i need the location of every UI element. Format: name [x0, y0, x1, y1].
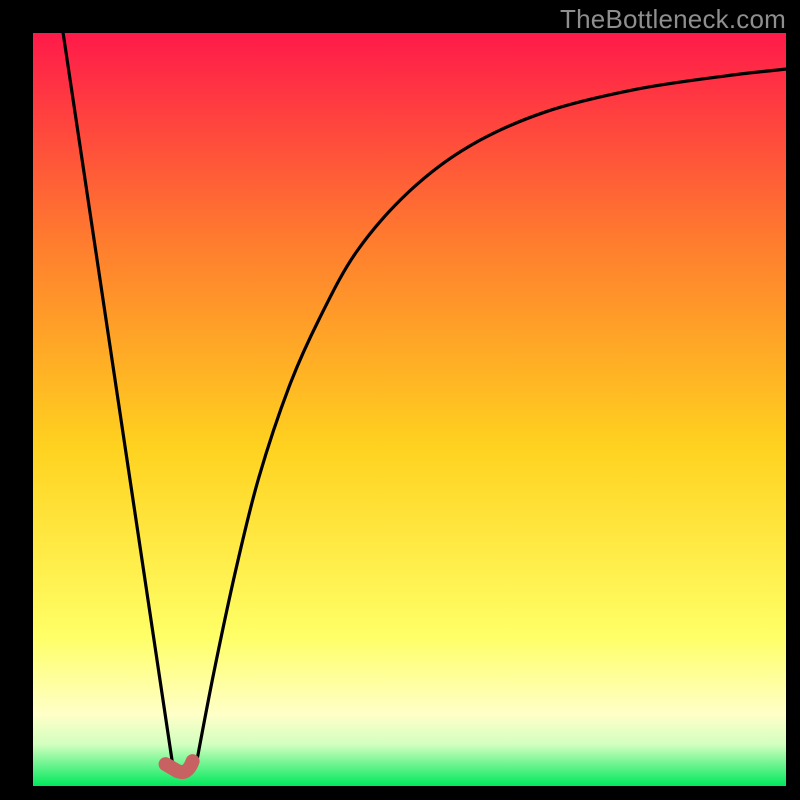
right-branch-line [196, 69, 786, 767]
plot-area [33, 33, 786, 786]
left-branch-line [63, 33, 173, 767]
chart-curves [33, 33, 786, 786]
minimum-marker [166, 761, 193, 772]
watermark-text: TheBottleneck.com [560, 4, 786, 35]
chart-frame: TheBottleneck.com [0, 0, 800, 800]
